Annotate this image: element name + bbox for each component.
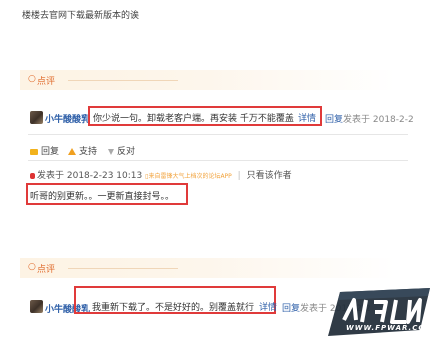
avatar[interactable] bbox=[30, 111, 43, 124]
support-button[interactable]: 支持 bbox=[68, 144, 97, 157]
header-underline bbox=[68, 80, 178, 81]
only-author-link[interactable]: 只看该作者 bbox=[247, 171, 292, 181]
comments-label: 点评 bbox=[37, 77, 56, 87]
thumbs-down-icon bbox=[108, 148, 114, 155]
oppose-label: 反对 bbox=[117, 147, 136, 157]
reply-link[interactable]: 回复 bbox=[282, 301, 300, 314]
details-link[interactable]: 详情 bbox=[259, 300, 277, 313]
post-text: 楼楼去官网下载最新版本的诶 bbox=[22, 11, 140, 21]
reply-button[interactable]: 回复 bbox=[30, 144, 59, 157]
post-content: 听哥的别更新。。一更新直接封号。。 bbox=[30, 192, 175, 202]
post-timestamp: 发表于 2018-2-23 10:13 bbox=[37, 171, 143, 181]
thumbs-up-icon bbox=[68, 148, 76, 155]
oppose-button[interactable]: 反对 bbox=[108, 144, 135, 157]
reply-icon bbox=[30, 148, 38, 155]
post-meta: 发表于 2018-2-23 10:13 ▯来自雷锋大气上档次的论坛APP | 只… bbox=[30, 168, 292, 181]
app-source-link[interactable]: ▯来自雷锋大气上档次的论坛APP bbox=[145, 173, 232, 180]
comments-header: ○ 点评 bbox=[20, 70, 395, 90]
support-label: 支持 bbox=[79, 147, 98, 157]
comment-bullet-icon: ○ bbox=[28, 74, 36, 84]
comments-label: 点评 bbox=[37, 265, 56, 275]
reply-link[interactable]: 回复 bbox=[325, 112, 343, 125]
user-icon bbox=[30, 172, 35, 179]
avatar[interactable] bbox=[30, 300, 43, 313]
divider bbox=[28, 134, 408, 135]
separator: | bbox=[237, 171, 241, 181]
divider bbox=[28, 160, 408, 161]
comment-bullet-icon: ○ bbox=[28, 262, 36, 272]
comment-text: 我重新下载了。不是好好的。别覆盖就行 bbox=[92, 303, 255, 313]
reply-label: 回复 bbox=[41, 147, 60, 157]
comments-header: ○ 点评 bbox=[20, 258, 395, 278]
comment-timestamp: 发表于 2018-2-2 bbox=[343, 115, 414, 125]
details-link[interactable]: 详情 bbox=[298, 111, 316, 124]
comment-text: 你少说一句。卸载老客户端。再安装 千万不能覆盖 bbox=[93, 114, 294, 124]
watermark-url: WWW.FPWAR.COM bbox=[346, 324, 432, 332]
header-underline bbox=[68, 268, 178, 269]
comment-username[interactable]: 小牛酸酸乳 bbox=[45, 112, 90, 125]
